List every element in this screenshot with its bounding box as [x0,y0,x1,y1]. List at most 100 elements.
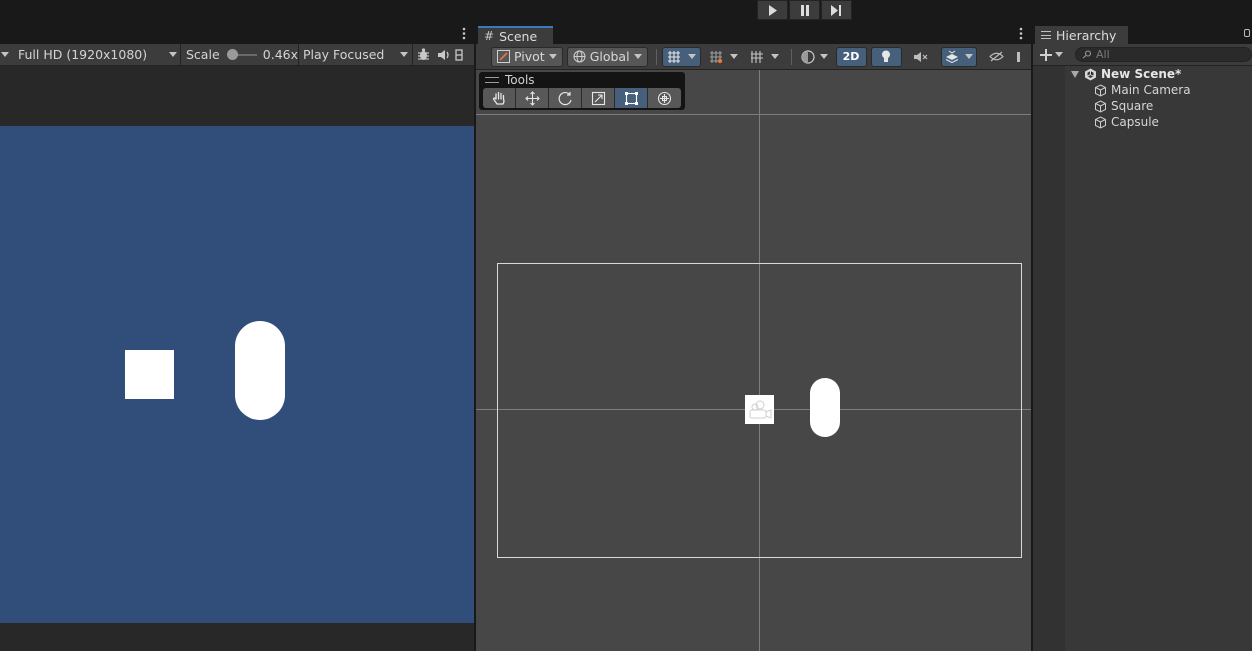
grid-visibility-icon [750,50,763,63]
tools-overlay-title[interactable]: Tools [485,73,535,87]
lighting-toggle[interactable] [870,46,902,67]
list-icon [1041,31,1051,39]
hierarchy-item[interactable]: Square [1094,98,1153,114]
scene-capsule-sprite[interactable] [810,378,840,437]
game-toolbar: Full HD (1920x1080) Scale 0.46x Play Foc… [0,44,474,66]
effects-layers-icon [945,50,958,63]
chevron-down-icon [548,54,557,59]
scale-slider[interactable] [226,48,257,60]
tab-hierarchy[interactable]: Hierarchy [1035,26,1128,44]
scene-visibility-toggle[interactable] [980,46,1012,67]
play-button[interactable] [757,0,788,20]
grid-visibility-button[interactable] [745,46,783,67]
audio-toggle[interactable] [905,46,937,67]
resolution-dropdown[interactable]: Full HD (1920x1080) [0,44,180,65]
game-view[interactable] [0,126,474,623]
grid-snap-toggle[interactable] [661,46,701,67]
hierarchy-item-label: Main Camera [1111,83,1191,97]
game-panel: Full HD (1920x1080) Scale 0.46x Play Foc… [0,24,474,651]
hierarchy-item[interactable]: Main Camera [1094,82,1191,98]
audio-button[interactable] [433,44,455,65]
shading-mode-dropdown[interactable] [796,46,832,67]
lightbulb-icon [882,50,891,62]
more-options-icon[interactable] [462,27,466,40]
rotate-tool-button[interactable] [549,88,582,108]
hierarchy-search[interactable] [1075,47,1252,62]
move-tool-button[interactable] [516,88,549,108]
expand-arrow-icon[interactable] [1071,70,1079,78]
pivot-icon [497,50,510,63]
chevron-down-icon [169,52,177,57]
hierarchy-toolbar [1033,44,1252,66]
plus-icon [1040,48,1052,61]
hierarchy-panel: Hierarchy New Scene* Main Camera Square [1033,24,1252,651]
tools-button-group [483,88,681,108]
debug-button[interactable] [413,44,433,65]
scene-view[interactable] [476,70,1031,651]
scene-square-sprite[interactable] [745,395,774,424]
gameobject-cube-icon [1095,115,1106,129]
chevron-down-icon [633,54,642,59]
camera-gizmo-icon [749,400,772,419]
rect-tool-icon [624,91,638,105]
gizmos-dropdown[interactable] [1015,46,1022,67]
chevron-down-icon [770,54,779,59]
drag-handle-icon[interactable] [485,77,499,83]
rect-tool-button[interactable] [615,88,648,108]
lock-icon[interactable] [1244,29,1250,37]
slider-thumb[interactable] [226,48,238,60]
shading-sphere-icon [800,49,815,64]
scale-control[interactable]: Scale 0.46x [181,44,298,65]
pivot-dropdown[interactable]: Pivot [491,46,563,67]
game-tab-row [0,24,474,44]
hierarchy-scene-row[interactable]: New Scene* [1071,66,1181,82]
speaker-icon [437,49,449,60]
move-tool-icon [524,90,540,106]
hand-tool-button[interactable] [483,88,516,108]
play-mode-dropdown[interactable]: Play Focused [299,44,412,65]
hierarchy-item[interactable]: Capsule [1094,114,1159,130]
stats-icon [455,48,463,61]
global-dropdown[interactable]: Global [566,46,648,67]
tab-scene[interactable]: # Scene [478,26,553,44]
grid-icon: # [484,29,495,43]
rotate-tool-icon [558,91,572,105]
step-button[interactable] [821,0,852,20]
scene-name: New Scene* [1101,67,1182,81]
unity-scene-icon [1085,68,1096,80]
toggle-2d-button[interactable]: 2D [835,46,867,67]
effects-dropdown[interactable] [940,46,977,67]
top-toolbar [0,0,1252,24]
scene-tab-label: Scene [499,28,538,44]
gameobject-cube-icon [1095,99,1106,113]
more-options-icon[interactable] [1019,27,1023,40]
grid-snap-icon [667,50,680,63]
scene-toolbar: Pivot Global 2D [476,44,1031,70]
grid-line [476,114,1031,115]
hierarchy-tab-row: Hierarchy [1033,24,1252,44]
chevron-down-icon [1055,52,1063,57]
bug-icon [417,48,429,60]
scale-label: Scale [186,47,220,62]
create-button[interactable] [1040,46,1063,64]
increment-snap-button[interactable] [704,46,742,67]
global-label: Global [589,49,630,64]
scale-tool-button[interactable] [582,88,615,108]
toolbar-separator [655,48,657,65]
audio-muted-icon [914,51,928,62]
search-input[interactable] [1096,48,1246,61]
toolbar-separator [790,48,792,65]
hand-tool-icon [492,91,505,105]
scale-tool-icon [591,91,605,105]
pause-button[interactable] [789,0,820,20]
hierarchy-tab-label: Hierarchy [1056,27,1117,43]
scene-panel: # Scene Pivot Global 2D Tools [476,24,1031,651]
stats-button[interactable] [455,44,465,65]
hierarchy-item-label: Square [1111,99,1154,113]
transform-tool-button[interactable] [648,88,681,108]
pivot-label: Pivot [514,49,545,64]
hierarchy-item-label: Capsule [1111,115,1159,129]
globe-icon [573,50,586,63]
game-capsule-sprite [235,321,285,420]
scene-tab-row: # Scene [476,24,1031,44]
